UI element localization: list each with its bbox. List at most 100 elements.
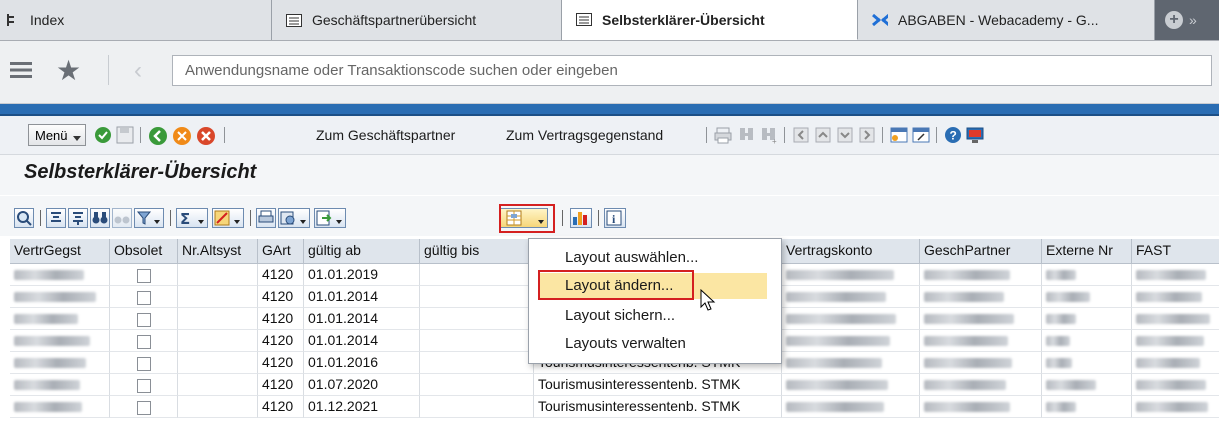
column-header-vertrgegst[interactable]: VertrGegst (10, 239, 110, 263)
views-button[interactable] (278, 208, 310, 228)
mouse-pointer-icon (700, 289, 716, 311)
gart-cell: 4120 (258, 396, 304, 418)
redacted-text (924, 292, 1004, 302)
sum-button[interactable]: Σ (176, 208, 208, 228)
obsolet-cell[interactable] (110, 374, 178, 396)
divider (936, 127, 937, 143)
chevron-right-icon: » (1189, 12, 1197, 28)
exit-icon[interactable] (172, 126, 192, 146)
column-header-externe-nr[interactable]: Externe Nr (1042, 239, 1132, 263)
zum-vertragsgegenstand-button[interactable]: Zum Vertragsgegenstand (506, 127, 663, 143)
redacted-text (1046, 292, 1090, 302)
redacted-cell (1042, 264, 1132, 286)
obsolet-cell[interactable] (110, 264, 178, 286)
obsolet-cell[interactable] (110, 286, 178, 308)
table-row[interactable]: 4120 01.07.2020 Tourismusinteressentenb. S… (10, 374, 1219, 396)
column-header-nr-altsyst[interactable]: Nr.Altsyst (178, 239, 258, 263)
tab-label: Geschäftspartnerübersicht (312, 12, 477, 28)
redacted-cell (1042, 286, 1132, 308)
sigma-icon: Σ (180, 210, 190, 228)
details-button[interactable] (14, 208, 34, 228)
find-button[interactable] (90, 208, 110, 228)
column-header-gueltig-ab[interactable]: gültig ab (304, 239, 420, 263)
redacted-text (1136, 358, 1200, 368)
obsolet-cell[interactable] (110, 330, 178, 352)
obsolet-checkbox[interactable] (136, 401, 151, 415)
customize-layout-icon[interactable] (966, 126, 984, 144)
column-header-obsolet[interactable]: Obsolet (110, 239, 178, 263)
redacted-cell (782, 330, 920, 352)
obsolet-checkbox[interactable] (136, 379, 151, 393)
empty-cell (178, 396, 258, 418)
menu-item-layout-sichern[interactable]: Layout sichern... (539, 303, 767, 329)
tab-geschaeftspartneruebersicht[interactable]: Geschäftspartnerübersicht (272, 0, 562, 40)
obsolet-cell[interactable] (110, 352, 178, 374)
next-page-icon[interactable] (836, 126, 854, 144)
column-header-vertragskonto[interactable]: Vertragskonto (782, 239, 920, 263)
empty-cell (178, 374, 258, 396)
redacted-cell (1132, 264, 1219, 286)
check-icon[interactable] (94, 126, 112, 144)
last-page-icon[interactable] (858, 126, 876, 144)
column-header-gueltig-bis[interactable]: gültig bis (420, 239, 534, 263)
obsolet-checkbox[interactable] (136, 335, 151, 349)
plus-icon: + (1165, 11, 1183, 29)
empty-cell (420, 308, 534, 330)
sort-ascending-button[interactable] (46, 208, 66, 228)
find-next-button[interactable] (112, 208, 132, 228)
print-preview-button[interactable] (256, 208, 276, 228)
redacted-cell (1042, 330, 1132, 352)
redacted-text (14, 358, 86, 368)
favorites-star-icon[interactable]: ★ (56, 54, 81, 87)
sort-descending-button[interactable] (68, 208, 88, 228)
tab-abgaben-webacademy[interactable]: ABGABEN - Webacademy - G... (858, 0, 1155, 40)
transaction-search-input[interactable]: Anwendungsname oder Transaktionscode suc… (172, 55, 1212, 86)
tab-selbsterklaerer-uebersicht[interactable]: Selbsterklärer-Übersicht (562, 0, 858, 40)
menu-item-layout-auswaehlen[interactable]: Layout auswählen... (539, 245, 767, 271)
zum-geschaeftspartner-button[interactable]: Zum Geschäftspartner (316, 127, 455, 143)
cancel-icon[interactable] (196, 126, 216, 146)
new-session-icon[interactable] (890, 126, 908, 144)
hamburger-menu-icon[interactable] (10, 61, 32, 79)
print-icon[interactable] (714, 126, 732, 144)
filter-button[interactable] (134, 208, 164, 228)
gueltig-ab-cell: 01.01.2014 (304, 330, 420, 352)
redacted-cell (1132, 374, 1219, 396)
back-icon[interactable] (148, 126, 168, 146)
help-icon[interactable]: ? (944, 126, 962, 144)
obsolet-checkbox[interactable] (136, 269, 151, 283)
column-header-gart[interactable]: GArt (258, 239, 304, 263)
obsolet-cell[interactable] (110, 308, 178, 330)
info-button[interactable]: i (604, 208, 626, 228)
export-button[interactable] (314, 208, 346, 228)
previous-page-icon[interactable] (814, 126, 832, 144)
redacted-text (14, 270, 84, 280)
browser-tab-bar: Index Geschäftspartnerübersicht Selbster… (0, 0, 1219, 41)
redacted-cell (782, 396, 920, 418)
gueltig-ab-cell: 01.01.2016 (304, 352, 420, 374)
create-shortcut-icon[interactable] (912, 126, 930, 144)
menu-button[interactable]: Menü (28, 124, 86, 146)
obsolet-cell[interactable] (110, 396, 178, 418)
gueltig-ab-cell: 01.01.2014 (304, 286, 420, 308)
tab-index[interactable]: Index (0, 0, 272, 40)
gart-cell: 4120 (258, 264, 304, 286)
graphic-button[interactable] (570, 208, 592, 228)
save-icon[interactable] (116, 126, 134, 144)
new-tab-button[interactable]: + » (1155, 0, 1219, 40)
svg-text:+: + (772, 137, 777, 144)
find-icon[interactable] (738, 126, 756, 144)
find-next-icon[interactable]: + (760, 126, 778, 144)
table-row[interactable]: 4120 01.12.2021 Tourismusinteressentenb. S… (10, 396, 1219, 418)
obsolet-checkbox[interactable] (136, 357, 151, 371)
first-page-icon[interactable] (792, 126, 810, 144)
menu-item-layouts-verwalten[interactable]: Layouts verwalten (539, 331, 767, 357)
column-header-fast[interactable]: FAST (1132, 239, 1219, 263)
back-chevron-icon[interactable]: ‹ (134, 57, 142, 85)
column-header-geschpartner[interactable]: GeschPartner (920, 239, 1042, 263)
redacted-text (786, 358, 882, 368)
obsolet-checkbox[interactable] (136, 291, 151, 305)
obsolet-checkbox[interactable] (136, 313, 151, 327)
subtotal-button[interactable] (212, 208, 244, 228)
empty-cell (178, 286, 258, 308)
